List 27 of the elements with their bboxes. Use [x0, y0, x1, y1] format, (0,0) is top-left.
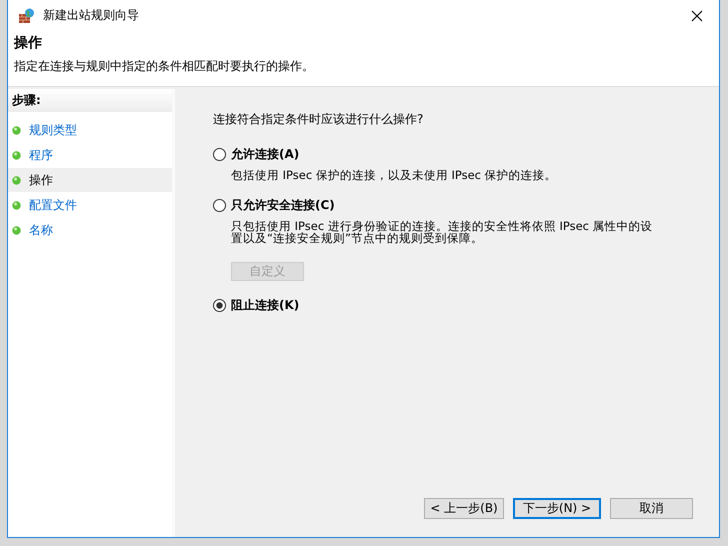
radio-button[interactable]: [213, 299, 226, 312]
step-item[interactable]: 规则类型: [8, 118, 172, 142]
step-item[interactable]: 名称: [8, 218, 172, 242]
bullet-icon: [12, 150, 21, 160]
wizard-button[interactable]: < 上一步(B): [424, 498, 504, 519]
option-description: 包括使用 IPsec 保护的连接，以及未使用 IPsec 保护的连接。: [231, 169, 558, 181]
radio-option[interactable]: 允许连接(A): [213, 146, 695, 163]
bullet-icon: [12, 200, 21, 210]
option-description: 只包括使用 IPsec 进行身份验证的连接。连接的安全性将依照 IPsec 属性中的设置以及“连接安全规则”节点中的规则受到保障。: [231, 220, 654, 244]
radio-button[interactable]: [213, 148, 226, 161]
radio-option[interactable]: 只允许安全连接(C): [213, 197, 695, 214]
step-item[interactable]: 配置文件: [8, 193, 172, 217]
question-text: 连接符合指定条件时应该进行什么操作?: [213, 111, 424, 128]
page-heading: 操作: [14, 34, 43, 52]
radio-option[interactable]: 阻止连接(K): [213, 297, 695, 314]
close-icon[interactable]: [691, 10, 703, 22]
bullet-icon: [12, 226, 21, 234]
radio-button[interactable]: [213, 199, 226, 212]
window-title: 新建出站规则向导: [43, 7, 139, 24]
wizard-button[interactable]: 取消: [610, 498, 693, 519]
step-item[interactable]: 程序: [8, 143, 172, 167]
wizard-button[interactable]: 下一步(N) >: [513, 498, 601, 519]
bullet-icon: [12, 126, 21, 134]
page-description: 指定在连接与规则中指定的条件相匹配时要执行的操作。: [14, 58, 315, 75]
step-item[interactable]: 操作: [8, 168, 172, 192]
firewall-globe-icon: [18, 8, 35, 24]
bullet-icon: [12, 176, 21, 184]
